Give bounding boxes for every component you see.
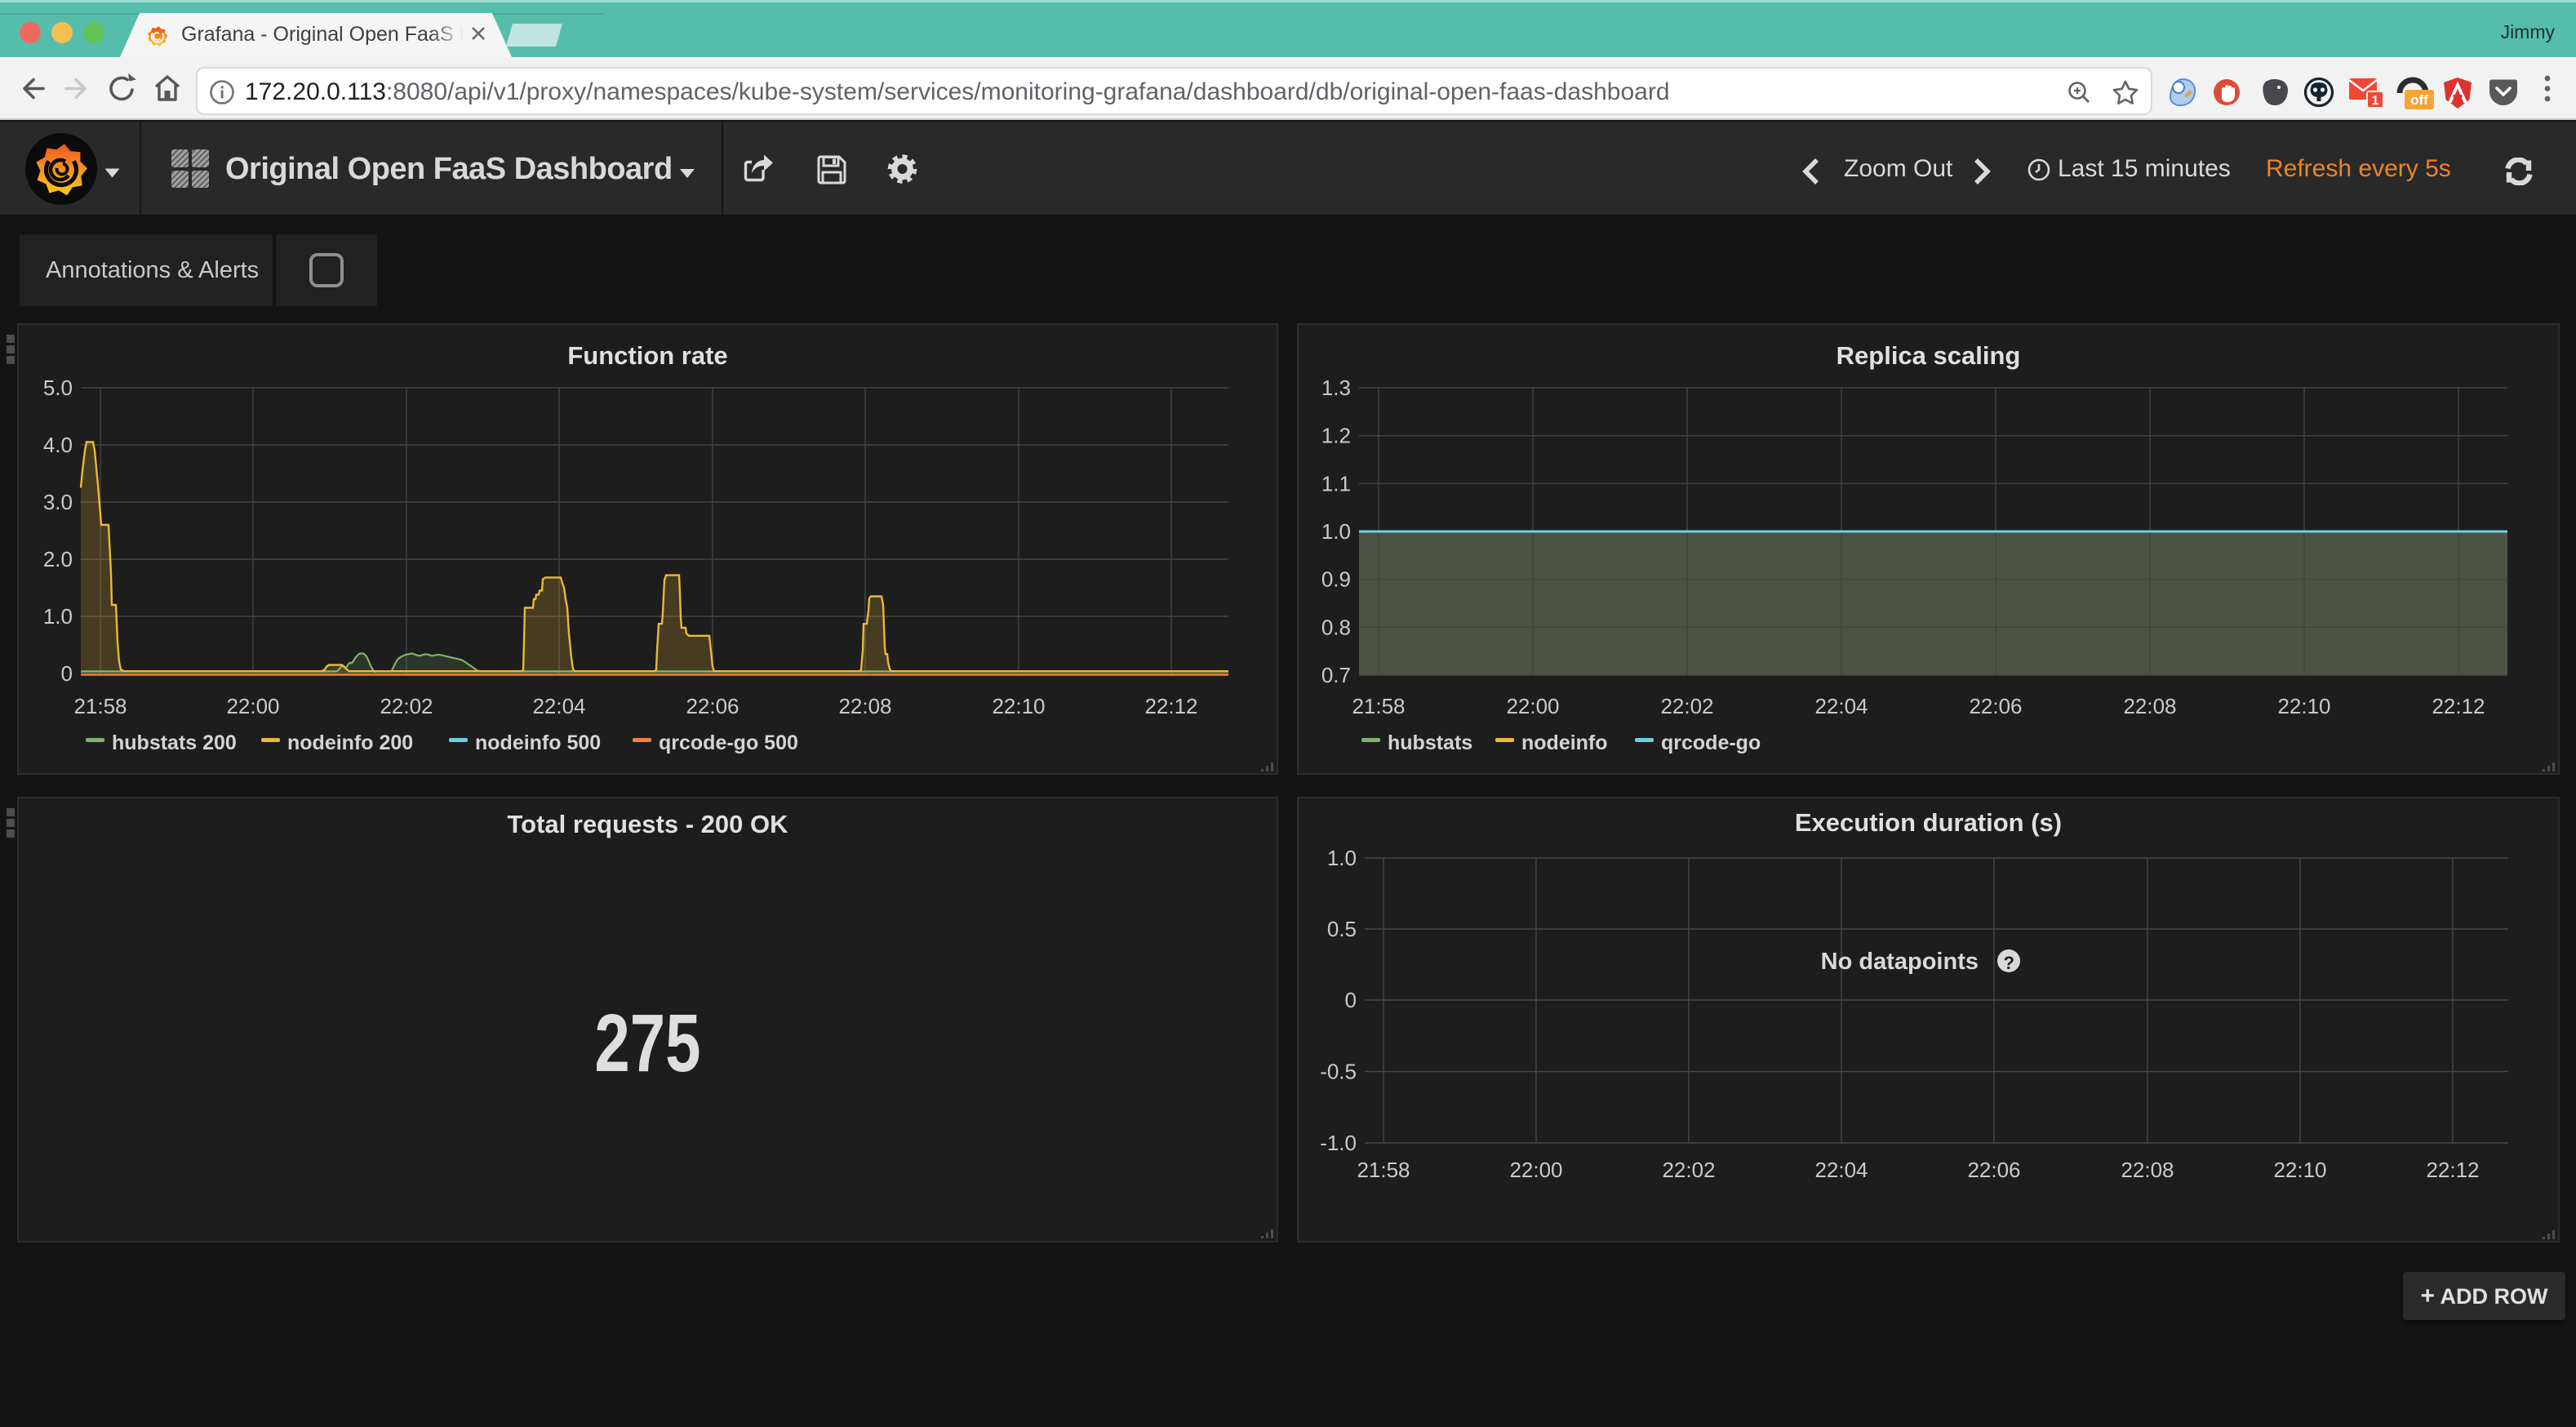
svg-text:22:10: 22:10: [2273, 1158, 2326, 1182]
svg-text:1.2: 1.2: [1321, 424, 1351, 448]
svg-text:?: ?: [2004, 953, 2014, 973]
svg-text:22:00: 22:00: [226, 694, 279, 718]
svg-text:22:00: 22:00: [1506, 694, 1559, 718]
svg-text:21:58: 21:58: [73, 694, 127, 718]
svg-text:22:10: 22:10: [992, 694, 1045, 718]
svg-text:22:00: 22:00: [1509, 1158, 1562, 1182]
svg-text:nodeinfo 200: nodeinfo 200: [287, 731, 413, 754]
svg-text:22:06: 22:06: [1967, 1158, 2020, 1182]
svg-text:22:12: 22:12: [2432, 694, 2485, 718]
svg-text:-1.0: -1.0: [1320, 1131, 1357, 1155]
svg-text:22:04: 22:04: [1814, 694, 1868, 718]
svg-text:off: off: [2410, 92, 2428, 108]
svg-text:22:12: 22:12: [1144, 694, 1197, 718]
svg-text:22:08: 22:08: [2121, 1158, 2174, 1182]
svg-text:1: 1: [2372, 94, 2379, 108]
svg-text:22:08: 22:08: [838, 694, 891, 718]
svg-text:22:08: 22:08: [2123, 694, 2176, 718]
svg-text:hubstats: hubstats: [1388, 731, 1472, 754]
svg-text:22:02: 22:02: [1660, 694, 1713, 718]
svg-text:0: 0: [1345, 988, 1357, 1012]
svg-text:2.0: 2.0: [43, 547, 73, 571]
svg-text:0.5: 0.5: [1327, 917, 1357, 941]
svg-text:0.9: 0.9: [1321, 567, 1351, 592]
svg-text:1.0: 1.0: [43, 604, 73, 629]
svg-text:22:04: 22:04: [532, 694, 585, 718]
svg-text:1.3: 1.3: [1321, 376, 1351, 400]
svg-text:0.8: 0.8: [1321, 615, 1351, 639]
svg-text:0.7: 0.7: [1321, 663, 1351, 687]
svg-text:5.0: 5.0: [43, 376, 73, 400]
svg-text:nodeinfo 500: nodeinfo 500: [475, 731, 601, 754]
svg-text:No datapoints: No datapoints: [1821, 949, 1979, 975]
svg-text:1.1: 1.1: [1321, 471, 1351, 496]
svg-text:22:02: 22:02: [380, 694, 433, 718]
svg-text:3.0: 3.0: [43, 490, 73, 514]
svg-text:22:04: 22:04: [1814, 1158, 1868, 1182]
svg-text:4.0: 4.0: [43, 433, 73, 457]
svg-text:0: 0: [61, 661, 73, 686]
svg-text:qrcode-go 500: qrcode-go 500: [659, 731, 798, 754]
svg-text:21:58: 21:58: [1352, 694, 1405, 718]
svg-text:qrcode-go: qrcode-go: [1661, 731, 1761, 754]
svg-text:hubstats 200: hubstats 200: [112, 731, 237, 754]
svg-text:22:06: 22:06: [686, 694, 739, 718]
svg-text:1.0: 1.0: [1321, 519, 1351, 544]
svg-text:22:02: 22:02: [1662, 1158, 1715, 1182]
svg-text:22:06: 22:06: [1969, 694, 2022, 718]
svg-text:-0.5: -0.5: [1320, 1060, 1357, 1084]
svg-text:1.0: 1.0: [1327, 846, 1357, 870]
svg-text:22:12: 22:12: [2426, 1158, 2479, 1182]
svg-text:22:10: 22:10: [2277, 694, 2330, 718]
svg-text:nodeinfo: nodeinfo: [1521, 731, 1608, 754]
svg-text:21:58: 21:58: [1357, 1158, 1410, 1182]
